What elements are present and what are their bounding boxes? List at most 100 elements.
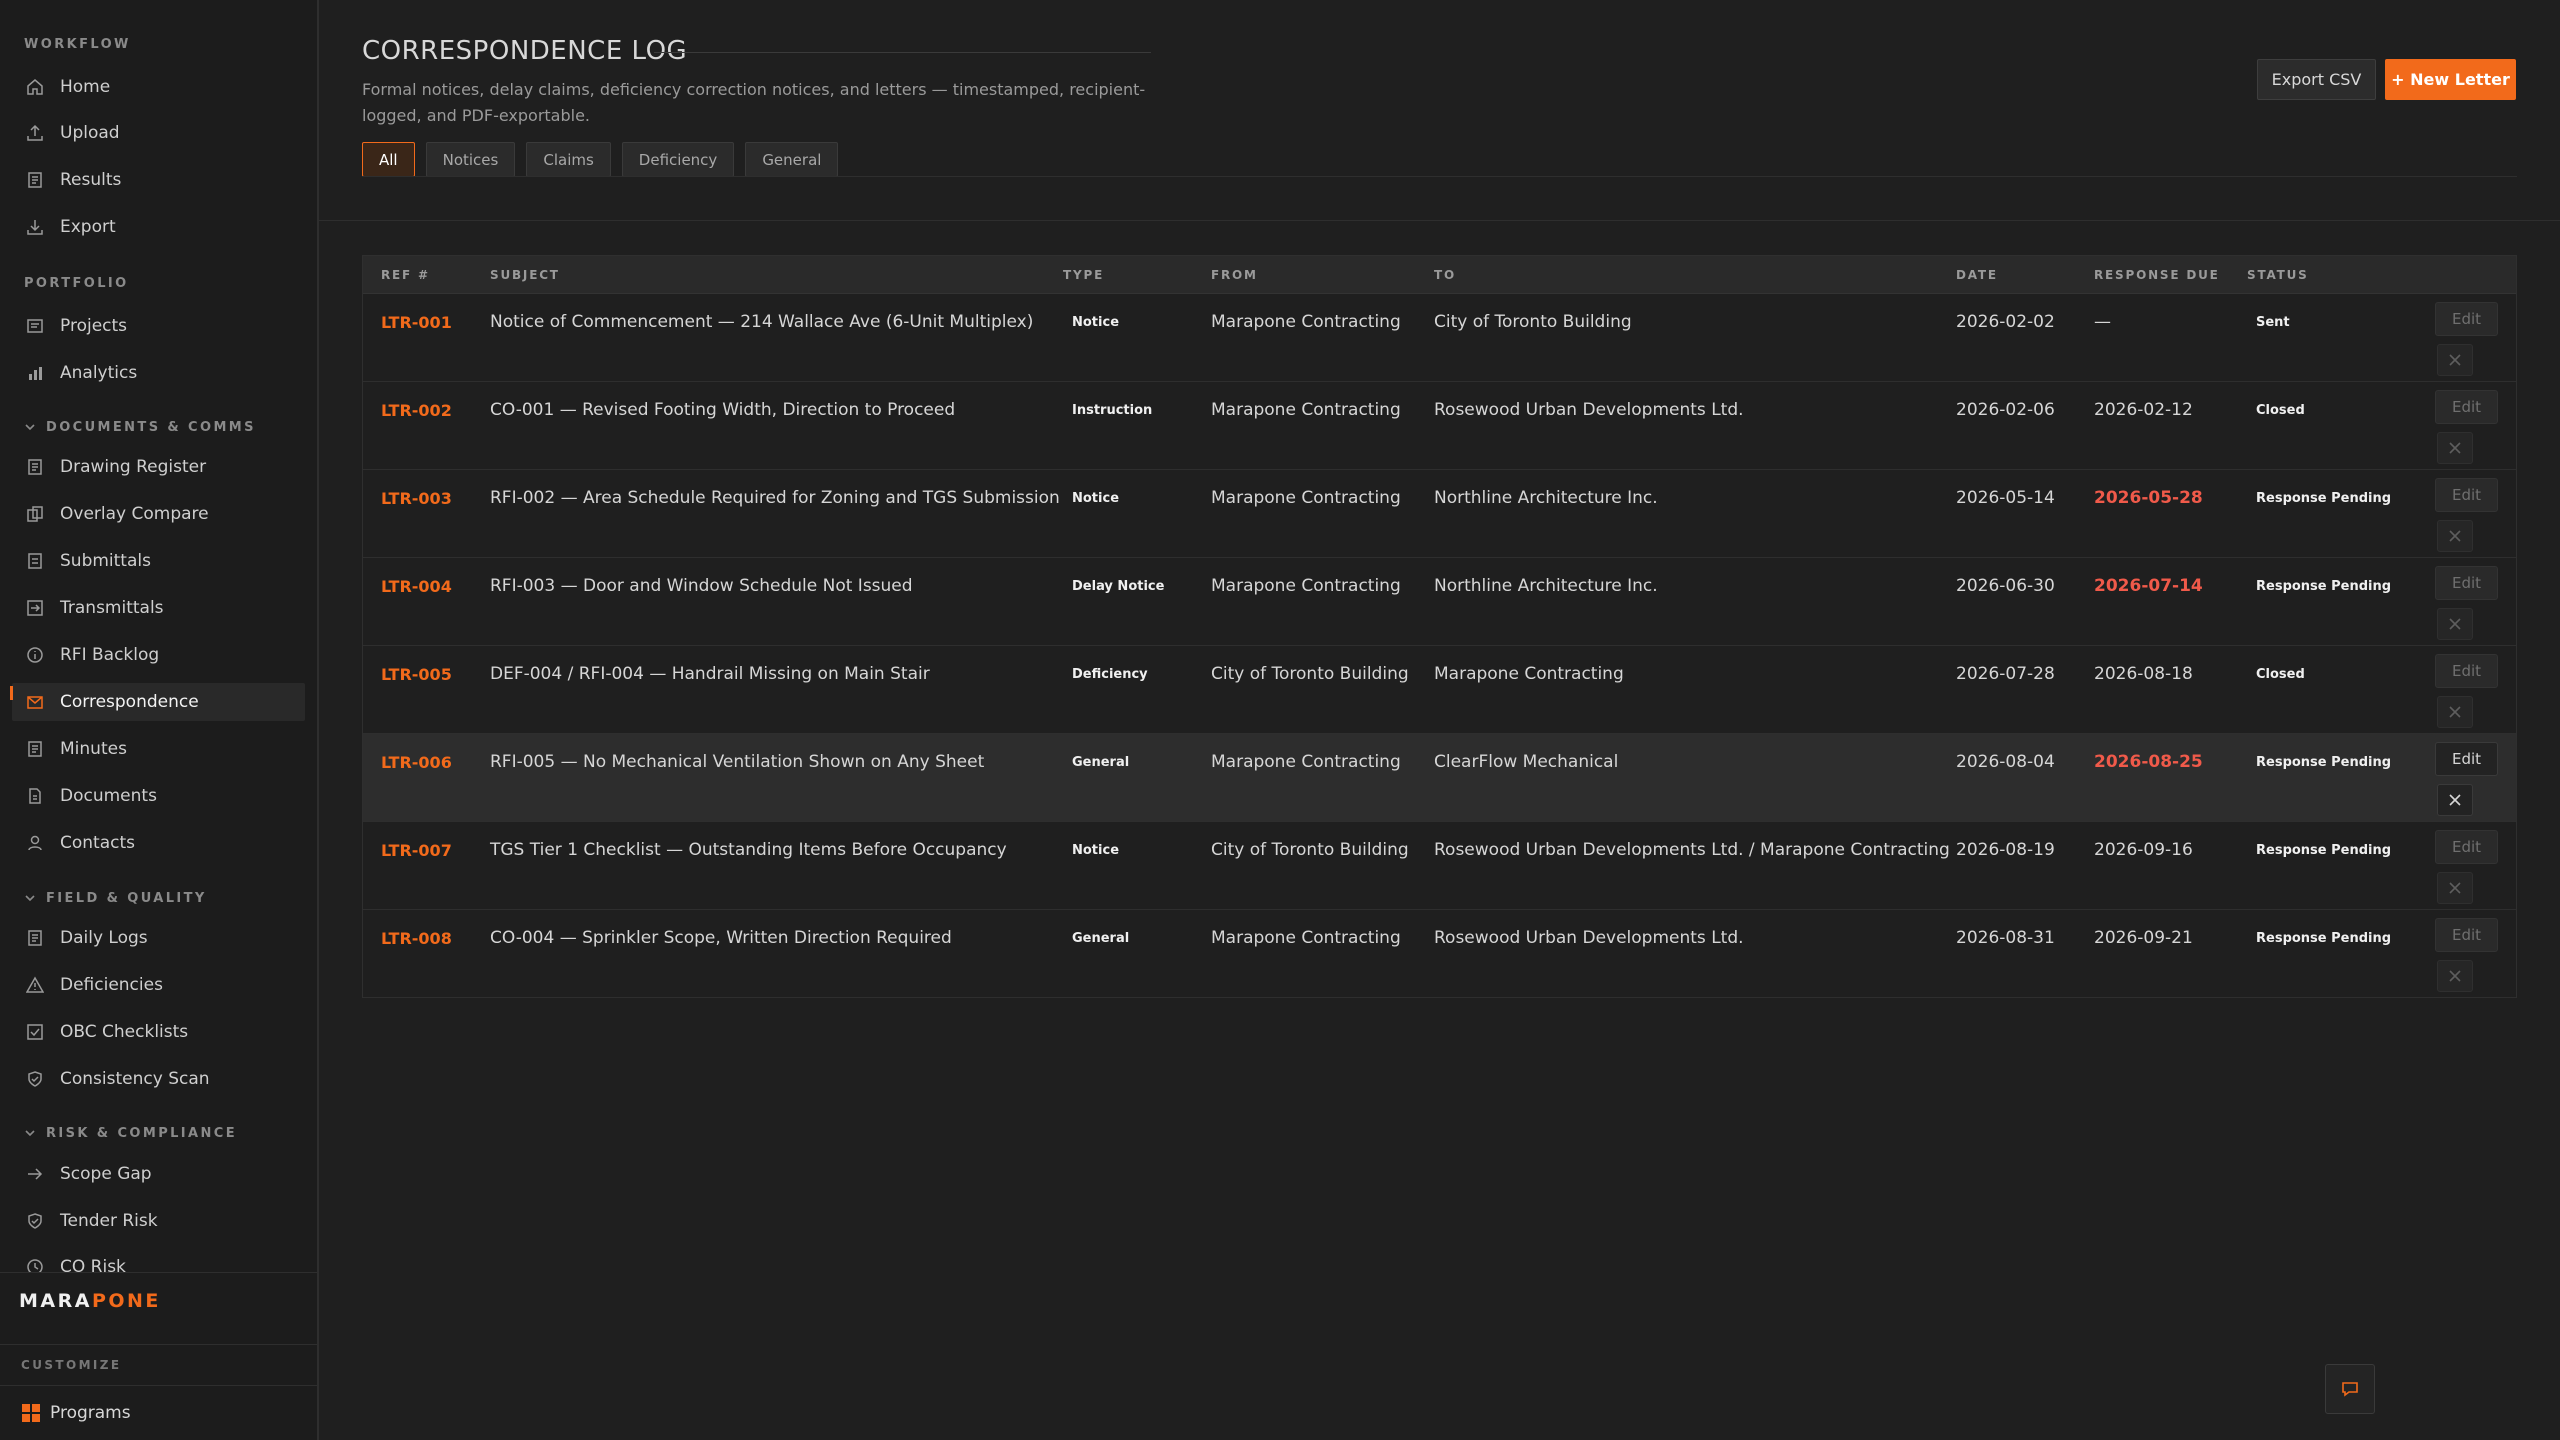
- delete-button[interactable]: [2437, 696, 2473, 728]
- programs-link[interactable]: Programs: [22, 1398, 131, 1428]
- column-header-date[interactable]: DATE: [1956, 256, 1998, 294]
- main-content: CORRESPONDENCE LOG Formal notices, delay…: [319, 0, 2560, 1440]
- edit-button[interactable]: Edit: [2435, 742, 2498, 776]
- clipboard-icon: [28, 553, 42, 569]
- table-row[interactable]: LTR-003 RFI-002 — Area Schedule Required …: [363, 470, 2516, 558]
- new-letter-button[interactable]: + New Letter: [2385, 59, 2516, 100]
- title-rule: [654, 52, 1151, 53]
- sidebar-item-deficiencies[interactable]: Deficiencies: [12, 966, 305, 1004]
- sidebar-item-daily-logs[interactable]: Daily Logs: [12, 919, 305, 957]
- sidebar-item-projects[interactable]: Projects: [12, 307, 305, 345]
- delete-button[interactable]: [2437, 432, 2473, 464]
- sidebar-item-results[interactable]: Results: [12, 161, 305, 199]
- export-csv-button[interactable]: Export CSV: [2257, 59, 2376, 100]
- filter-notices[interactable]: Notices: [425, 142, 516, 177]
- column-header-to[interactable]: TO: [1434, 256, 1456, 294]
- sidebar-item-co-risk[interactable]: CO Risk: [12, 1248, 305, 1272]
- type-cell: Instruction: [1072, 403, 1153, 418]
- sidebar-item-correspondence[interactable]: Correspondence: [10, 683, 305, 721]
- table-row[interactable]: LTR-004 RFI-003 — Door and Window Schedul…: [363, 558, 2516, 646]
- table-row[interactable]: LTR-006 RFI-005 — No Mechanical Ventilati…: [363, 734, 2516, 822]
- table-row[interactable]: LTR-008 CO-004 — Sprinkler Scope, Written…: [363, 910, 2516, 998]
- table-row[interactable]: LTR-002 CO-001 — Revised Footing Width, D…: [363, 382, 2516, 470]
- sidebar-item-rfi-backlog[interactable]: RFI Backlog: [12, 636, 305, 674]
- ref-cell[interactable]: LTR-004: [381, 577, 452, 596]
- table-row[interactable]: LTR-001 Notice of Commencement — 214 Wall…: [363, 294, 2516, 382]
- sidebar-item-transmittals[interactable]: Transmittals: [12, 589, 305, 627]
- delete-button[interactable]: [2437, 784, 2473, 816]
- sidebar-item-tender-risk[interactable]: Tender Risk: [12, 1202, 305, 1240]
- subject-cell: Notice of Commencement — 214 Wallace Ave…: [490, 312, 1034, 332]
- subject-cell: RFI-005 — No Mechanical Ventilation Show…: [490, 752, 985, 772]
- sidebar-item-submittals[interactable]: Submittals: [12, 542, 305, 580]
- programs-label: Programs: [50, 1403, 131, 1423]
- close-icon: [2449, 794, 2461, 806]
- column-header-response-due[interactable]: RESPONSE DUE: [2094, 256, 2220, 294]
- sidebar-item-label: Contacts: [60, 833, 135, 853]
- filter-deficiency[interactable]: Deficiency: [621, 142, 735, 177]
- edit-button[interactable]: Edit: [2435, 918, 2498, 952]
- to-cell: City of Toronto Building: [1434, 312, 1632, 332]
- type-cell: Delay Notice: [1072, 579, 1165, 594]
- close-icon: [2449, 706, 2461, 718]
- sidebar-item-contacts[interactable]: Contacts: [12, 824, 305, 862]
- to-cell: Northline Architecture Inc.: [1434, 576, 1658, 596]
- filter-claims[interactable]: Claims: [526, 142, 611, 177]
- column-header-from[interactable]: FROM: [1211, 256, 1258, 294]
- sidebar-item-label: Home: [60, 77, 111, 97]
- sidebar-item-consistency-scan[interactable]: Consistency Scan: [12, 1060, 305, 1098]
- filter-all[interactable]: All: [362, 142, 415, 177]
- date-cell: 2026-08-04: [1956, 752, 2055, 772]
- sidebar-item-label: Tender Risk: [60, 1211, 158, 1231]
- ref-cell[interactable]: LTR-007: [381, 841, 452, 860]
- edit-button[interactable]: Edit: [2435, 830, 2498, 864]
- sidebar-item-documents[interactable]: Documents: [12, 777, 305, 815]
- delete-button[interactable]: [2437, 960, 2473, 992]
- mail-icon: [27, 696, 43, 709]
- column-header-status[interactable]: STATUS: [2247, 256, 2309, 294]
- table-row[interactable]: LTR-007 TGS Tier 1 Checklist — Outstandin…: [363, 822, 2516, 910]
- column-header-type[interactable]: TYPE: [1063, 256, 1104, 294]
- sidebar-item-overlay-compare[interactable]: Overlay Compare: [12, 495, 305, 533]
- ref-cell[interactable]: LTR-006: [381, 753, 452, 772]
- sidebar-item-home[interactable]: Home: [12, 68, 305, 106]
- section-risk-compliance[interactable]: RISK & COMPLIANCE: [24, 1121, 237, 1145]
- grid-icon: [22, 1404, 40, 1422]
- sidebar-item-export[interactable]: Export: [12, 208, 305, 246]
- delete-button[interactable]: [2437, 608, 2473, 640]
- ref-cell[interactable]: LTR-008: [381, 929, 452, 948]
- filter-general[interactable]: General: [745, 142, 839, 177]
- table-row[interactable]: LTR-005 DEF-004 / RFI-004 — Handrail Miss…: [363, 646, 2516, 734]
- from-cell: Marapone Contracting: [1211, 576, 1401, 596]
- ref-cell[interactable]: LTR-002: [381, 401, 452, 420]
- edit-button[interactable]: Edit: [2435, 654, 2498, 688]
- section-field-quality[interactable]: FIELD & QUALITY: [24, 886, 207, 910]
- sidebar-item-drawing-register[interactable]: Drawing Register: [12, 448, 305, 486]
- edit-button[interactable]: Edit: [2435, 302, 2498, 336]
- ref-cell[interactable]: LTR-005: [381, 665, 452, 684]
- sidebar-nav[interactable]: WORKFLOW Home Upload Results Export PORT…: [0, 0, 317, 1272]
- sidebar-item-obc-checklists[interactable]: OBC Checklists: [12, 1013, 305, 1051]
- column-header-subject[interactable]: SUBJECT: [490, 256, 560, 294]
- ref-cell[interactable]: LTR-003: [381, 489, 452, 508]
- page-title: CORRESPONDENCE LOG: [362, 36, 688, 66]
- sidebar-item-upload[interactable]: Upload: [12, 114, 305, 152]
- sidebar-item-analytics[interactable]: Analytics: [12, 354, 305, 392]
- column-header-ref[interactable]: REF #: [381, 256, 430, 294]
- sidebar-item-label: Correspondence: [60, 692, 199, 712]
- chat-button[interactable]: [2325, 1364, 2375, 1414]
- section-documents-comms[interactable]: DOCUMENTS & COMMS: [24, 415, 256, 439]
- sidebar-item-scope-gap[interactable]: Scope Gap: [12, 1155, 305, 1193]
- edit-button[interactable]: Edit: [2435, 478, 2498, 512]
- section-portfolio: PORTFOLIO: [24, 271, 129, 295]
- download-icon: [27, 220, 43, 235]
- sidebar-item-minutes[interactable]: Minutes: [12, 730, 305, 768]
- ref-cell[interactable]: LTR-001: [381, 313, 452, 332]
- filter-tabs: All Notices Claims Deficiency General: [362, 142, 849, 177]
- delete-button[interactable]: [2437, 872, 2473, 904]
- customize-label: CUSTOMIZE: [21, 1358, 122, 1372]
- delete-button[interactable]: [2437, 344, 2473, 376]
- delete-button[interactable]: [2437, 520, 2473, 552]
- edit-button[interactable]: Edit: [2435, 566, 2498, 600]
- edit-button[interactable]: Edit: [2435, 390, 2498, 424]
